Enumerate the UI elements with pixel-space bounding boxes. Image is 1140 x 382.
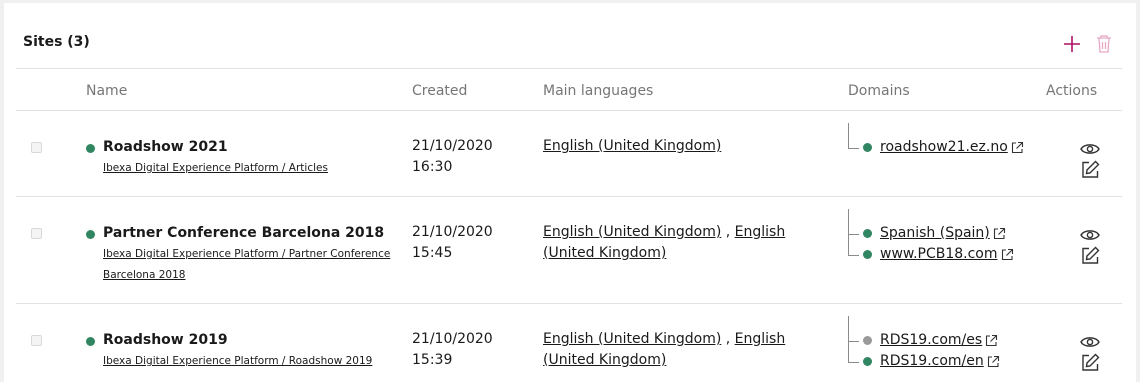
domain-tree-branch	[848, 341, 859, 342]
language-separator: ,	[721, 224, 735, 240]
status-dot-inactive	[863, 336, 872, 345]
status-dot-active	[86, 230, 95, 239]
created-date-value: 21/10/2020	[412, 331, 493, 347]
eye-icon	[1080, 144, 1100, 154]
external-link-icon[interactable]	[1011, 141, 1024, 154]
edit-icon	[1081, 160, 1099, 178]
created-date: 21/10/2020 16:30	[412, 136, 493, 178]
main-languages: English (United Kingdom) , English (Unit…	[543, 329, 803, 371]
domain-link[interactable]: roadshow21.ez.no	[880, 137, 1008, 158]
site-name: Roadshow 2021	[103, 139, 228, 155]
status-dot-active	[863, 357, 872, 366]
domain-item: Spanish (Spain)	[863, 223, 1006, 244]
edit-button[interactable]	[1079, 159, 1101, 179]
edit-icon	[1081, 353, 1099, 371]
trash-icon	[1097, 35, 1111, 53]
language-link[interactable]: English (United Kingdom)	[543, 331, 721, 347]
domain-tree-line	[848, 123, 849, 148]
eye-icon	[1080, 337, 1100, 347]
panel-header: Sites (3)	[16, 3, 1122, 69]
table-row: Roadshow 2019 Ibexa Digital Experience P…	[16, 304, 1122, 382]
domain-link[interactable]: www.PCB18.com	[880, 244, 998, 265]
edit-button[interactable]	[1079, 245, 1101, 265]
created-time-value: 15:45	[412, 245, 453, 261]
add-site-button[interactable]	[1060, 32, 1084, 56]
domain-link[interactable]: RDS19.com/es	[880, 330, 982, 351]
main-languages: English (United Kingdom)	[543, 136, 803, 157]
external-link-icon[interactable]	[985, 334, 998, 347]
created-date-value: 21/10/2020	[412, 138, 493, 154]
column-header-created[interactable]: Created	[412, 83, 467, 99]
column-header-name[interactable]: Name	[86, 83, 127, 99]
external-link-icon[interactable]	[987, 355, 1000, 368]
domain-item: www.PCB18.com	[863, 244, 1014, 265]
eye-icon	[1080, 230, 1100, 240]
site-location-link[interactable]: Ibexa Digital Experience Platform / Road…	[103, 351, 393, 372]
created-time-value: 15:39	[412, 352, 453, 368]
edit-icon	[1081, 246, 1099, 264]
domain-item: RDS19.com/en	[863, 351, 1000, 372]
plus-icon	[1064, 36, 1080, 52]
row-checkbox[interactable]	[31, 335, 42, 346]
created-date: 21/10/2020 15:45	[412, 222, 493, 264]
site-location-link[interactable]: Ibexa Digital Experience Platform / Part…	[103, 244, 393, 286]
external-link-icon[interactable]	[1001, 248, 1014, 261]
column-header-domains: Domains	[848, 83, 910, 99]
domain-tree-line	[848, 316, 849, 362]
view-button[interactable]	[1079, 225, 1101, 245]
column-header-languages: Main languages	[543, 83, 654, 99]
domain-tree-branch	[848, 255, 859, 256]
row-checkbox[interactable]	[31, 142, 42, 153]
sites-panel: Sites (3) Name Created Main languages Do…	[4, 3, 1136, 382]
view-button[interactable]	[1079, 139, 1101, 159]
created-time-value: 16:30	[412, 159, 453, 175]
table-row: Roadshow 2021 Ibexa Digital Experience P…	[16, 111, 1122, 196]
domain-tree-line	[848, 209, 849, 255]
domain-tree-branch	[848, 362, 859, 363]
domain-tree-branch	[848, 234, 859, 235]
site-name: Roadshow 2019	[103, 332, 228, 348]
site-location-link[interactable]: Ibexa Digital Experience Platform / Arti…	[103, 158, 393, 179]
language-link[interactable]: English (United Kingdom)	[543, 224, 721, 240]
created-date: 21/10/2020 15:39	[412, 329, 493, 371]
domain-item: roadshow21.ez.no	[863, 137, 1024, 158]
status-dot-active	[863, 229, 872, 238]
status-dot-active	[863, 250, 872, 259]
view-button[interactable]	[1079, 332, 1101, 352]
status-dot-active	[86, 144, 95, 153]
domain-link[interactable]: Spanish (Spain)	[880, 223, 990, 244]
language-link[interactable]: English (United Kingdom)	[543, 138, 721, 154]
row-checkbox[interactable]	[31, 228, 42, 239]
status-dot-active	[86, 337, 95, 346]
panel-title: Sites (3)	[23, 34, 90, 50]
table-row: Partner Conference Barcelona 2018 Ibexa …	[16, 197, 1122, 303]
status-dot-active	[863, 143, 872, 152]
language-separator: ,	[721, 331, 735, 347]
delete-site-button[interactable]	[1092, 32, 1116, 56]
domain-item: RDS19.com/es	[863, 330, 998, 351]
main-languages: English (United Kingdom) , English (Unit…	[543, 222, 803, 264]
column-header-actions: Actions	[1046, 83, 1098, 99]
created-date-value: 21/10/2020	[412, 224, 493, 240]
external-link-icon[interactable]	[993, 227, 1006, 240]
edit-button[interactable]	[1079, 352, 1101, 372]
domain-tree-branch	[848, 148, 859, 149]
site-name: Partner Conference Barcelona 2018	[103, 225, 385, 241]
domain-link[interactable]: RDS19.com/en	[880, 351, 984, 372]
